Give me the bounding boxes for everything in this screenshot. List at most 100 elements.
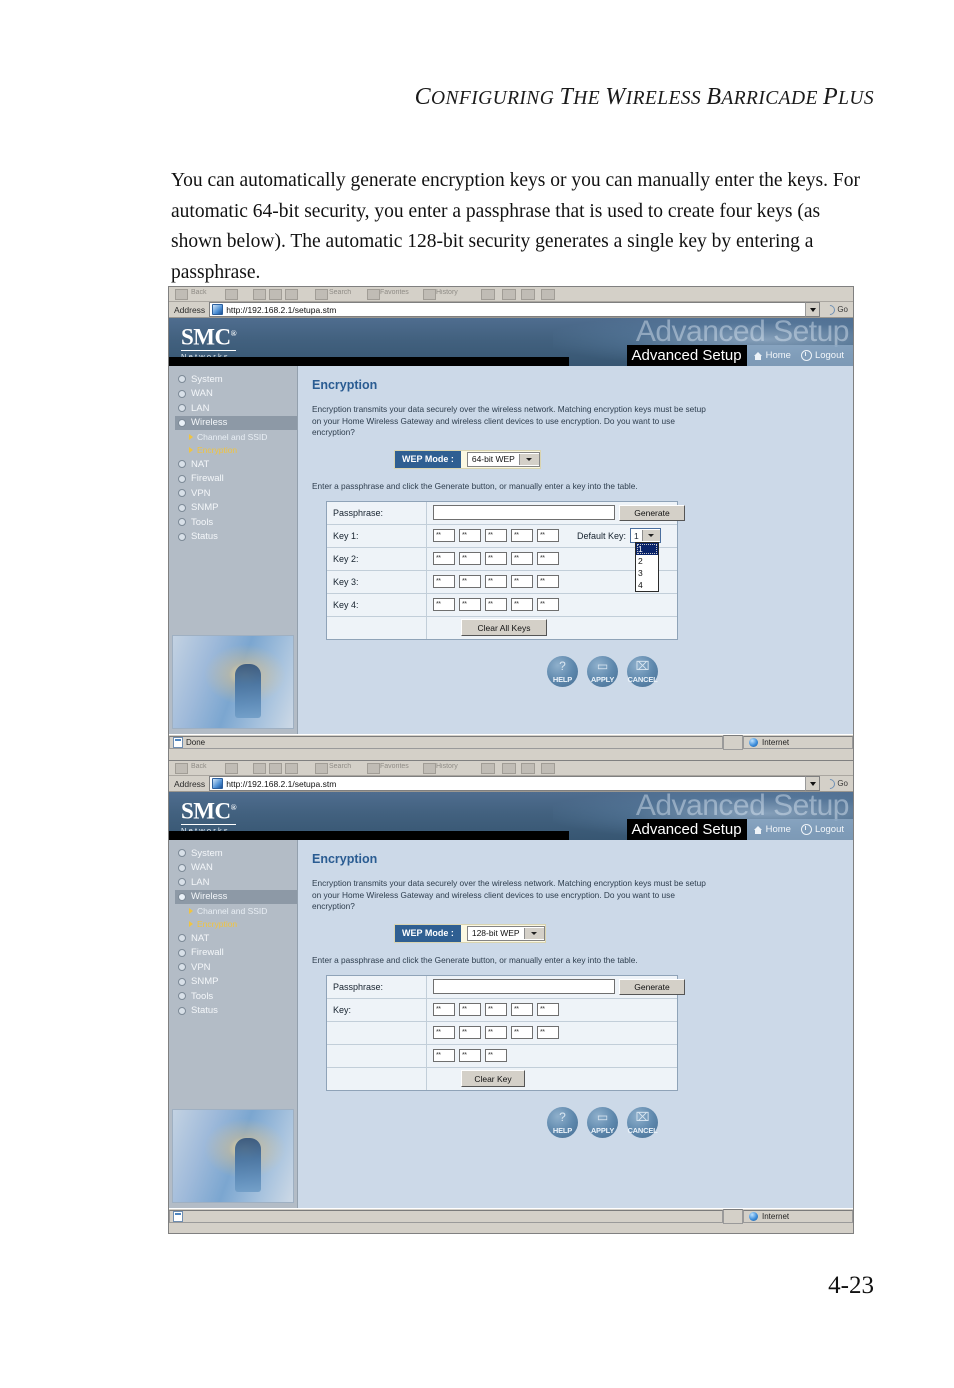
favorites-icon[interactable]: [367, 763, 380, 774]
help-button[interactable]: ? HELP: [547, 1106, 578, 1138]
toolbar-favorites-label[interactable]: Favorites: [380, 289, 409, 296]
toolbar-history-label[interactable]: History: [436, 289, 458, 296]
passphrase-input[interactable]: [433, 505, 615, 520]
key-field[interactable]: **: [485, 1003, 507, 1016]
chevron-down-icon[interactable]: [641, 530, 660, 541]
generate-button[interactable]: Generate: [619, 504, 685, 521]
go-button[interactable]: Go: [820, 776, 851, 791]
home-link[interactable]: Home: [753, 824, 791, 835]
key1-field[interactable]: **: [511, 529, 533, 542]
apply-button[interactable]: ▭ APPLY: [587, 655, 618, 687]
key-field[interactable]: **: [511, 1026, 533, 1039]
key-field[interactable]: **: [433, 1003, 455, 1016]
sidebar-item-wireless[interactable]: Wireless: [175, 415, 297, 430]
sidebar-item-firewall[interactable]: Firewall: [175, 472, 297, 487]
sidebar-subitem-encryption[interactable]: Encryption: [175, 444, 297, 458]
refresh-icon[interactable]: [269, 289, 282, 300]
home-icon[interactable]: [285, 289, 298, 300]
key2-field[interactable]: **: [433, 552, 455, 565]
wep-mode-select[interactable]: 64-bit WEP: [466, 451, 540, 467]
key4-field[interactable]: **: [459, 598, 481, 611]
sidebar-item-wireless[interactable]: Wireless: [175, 889, 297, 904]
sidebar-item-snmp[interactable]: SNMP: [175, 975, 297, 990]
address-bar[interactable]: Address http://192.168.2.1/setupa.stm Go: [169, 776, 853, 792]
search-icon[interactable]: [315, 763, 328, 774]
refresh-icon[interactable]: [269, 763, 282, 774]
generate-button[interactable]: Generate: [619, 978, 685, 995]
home-link[interactable]: Home: [753, 350, 791, 361]
sidebar-item-vpn[interactable]: VPN: [175, 960, 297, 975]
sidebar-item-vpn[interactable]: VPN: [175, 486, 297, 501]
key-field[interactable]: **: [433, 1049, 455, 1062]
sidebar-item-system[interactable]: System: [175, 372, 297, 387]
logout-link[interactable]: Logout: [800, 824, 844, 835]
key4-field[interactable]: **: [511, 598, 533, 611]
back-icon[interactable]: [175, 763, 188, 774]
key-field[interactable]: **: [459, 1049, 481, 1062]
sidebar-subitem-channel-and-ssid[interactable]: Channel and SSID: [175, 904, 297, 918]
key2-field[interactable]: **: [537, 552, 559, 565]
clear-key-button[interactable]: Clear Key: [461, 1070, 525, 1087]
key2-field[interactable]: **: [459, 552, 481, 565]
key3-field[interactable]: **: [485, 575, 507, 588]
key-field[interactable]: **: [459, 1003, 481, 1016]
wep-mode-select[interactable]: 128-bit WEP: [466, 925, 545, 941]
key2-field[interactable]: **: [511, 552, 533, 565]
address-dropdown-icon[interactable]: [805, 776, 821, 791]
home-icon[interactable]: [285, 763, 298, 774]
print-icon[interactable]: [502, 289, 516, 300]
key3-field[interactable]: **: [433, 575, 455, 588]
sidebar-subitem-channel-and-ssid[interactable]: Channel and SSID: [175, 430, 297, 444]
back-icon[interactable]: [175, 289, 188, 300]
edit-icon[interactable]: [521, 763, 535, 774]
address-input[interactable]: http://192.168.2.1/setupa.stm: [209, 302, 806, 317]
forward-icon[interactable]: [225, 763, 238, 774]
chevron-down-icon[interactable]: [518, 453, 539, 465]
default-key-option[interactable]: 1: [636, 543, 658, 555]
go-button[interactable]: Go: [820, 302, 851, 317]
toolbar-history-label[interactable]: History: [436, 763, 458, 770]
discuss-icon[interactable]: [541, 289, 555, 300]
key-field[interactable]: **: [511, 1003, 533, 1016]
key-field[interactable]: **: [537, 1026, 559, 1039]
default-key-options-list[interactable]: 1 2 3 4: [635, 542, 659, 592]
help-button[interactable]: ? HELP: [547, 655, 578, 687]
browser-toolbar[interactable]: Back Search Favorites History: [169, 287, 853, 302]
cancel-button[interactable]: ⌧ CANCEL: [627, 1106, 658, 1138]
key3-field[interactable]: **: [459, 575, 481, 588]
key-field[interactable]: **: [485, 1026, 507, 1039]
browser-toolbar[interactable]: Back Search Favorites History: [169, 761, 853, 776]
history-icon[interactable]: [423, 289, 436, 300]
key-field[interactable]: **: [537, 1003, 559, 1016]
sidebar-item-system[interactable]: System: [175, 846, 297, 861]
mail-icon[interactable]: [481, 763, 495, 774]
sidebar-item-lan[interactable]: LAN: [175, 875, 297, 890]
key4-field[interactable]: **: [485, 598, 507, 611]
sidebar-item-tools[interactable]: Tools: [175, 515, 297, 530]
key-field[interactable]: **: [459, 1026, 481, 1039]
favorites-icon[interactable]: [367, 289, 380, 300]
sidebar-item-status[interactable]: Status: [175, 1004, 297, 1019]
logout-link[interactable]: Logout: [800, 350, 844, 361]
key1-field[interactable]: **: [537, 529, 559, 542]
sidebar-item-nat[interactable]: NAT: [175, 457, 297, 472]
key1-field[interactable]: **: [459, 529, 481, 542]
toolbar-search-label[interactable]: Search: [329, 763, 351, 770]
key2-field[interactable]: **: [485, 552, 507, 565]
key-field[interactable]: **: [433, 1026, 455, 1039]
forward-icon[interactable]: [225, 289, 238, 300]
mail-icon[interactable]: [481, 289, 495, 300]
sidebar-item-wan[interactable]: WAN: [175, 861, 297, 876]
key4-field[interactable]: **: [537, 598, 559, 611]
toolbar-favorites-label[interactable]: Favorites: [380, 763, 409, 770]
key3-field[interactable]: **: [537, 575, 559, 588]
key3-field[interactable]: **: [511, 575, 533, 588]
apply-button[interactable]: ▭ APPLY: [587, 1106, 618, 1138]
default-key-option[interactable]: 2: [636, 555, 658, 567]
key4-field[interactable]: **: [433, 598, 455, 611]
search-icon[interactable]: [315, 289, 328, 300]
discuss-icon[interactable]: [541, 763, 555, 774]
key1-field[interactable]: **: [433, 529, 455, 542]
address-dropdown-icon[interactable]: [805, 302, 821, 317]
sidebar-item-status[interactable]: Status: [175, 530, 297, 545]
